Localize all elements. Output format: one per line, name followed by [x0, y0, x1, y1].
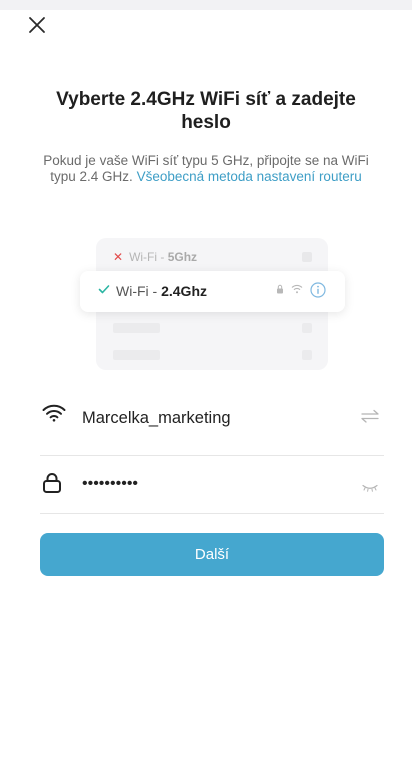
placeholder-bar	[113, 323, 160, 333]
ssid-value: Marcelka_marketing	[82, 409, 231, 427]
wifi-setup-screen: Vyberte 2.4GHz WiFi síť a zadejte heslo …	[0, 0, 412, 762]
divider	[40, 455, 384, 456]
row-24g-prefix: Wi-Fi -	[116, 283, 162, 299]
placeholder-square	[302, 323, 312, 333]
router-setup-link[interactable]: Všeobecná metoda nastavení routeru	[137, 169, 362, 184]
page-title: Vyberte 2.4GHz WiFi síť a zadejte heslo	[56, 89, 356, 133]
row-5g-band: 5Ghz	[167, 250, 198, 264]
eye-closed-icon[interactable]	[362, 484, 378, 492]
info-icon	[310, 282, 326, 298]
swap-icon[interactable]	[360, 408, 380, 424]
close-button[interactable]	[26, 14, 48, 36]
wifi-icon	[42, 404, 66, 422]
next-button[interactable]: Další	[40, 533, 384, 576]
divider	[40, 513, 384, 514]
page-subtitle: Pokud je vaše WiFi síť typu 5 GHz, připo…	[40, 153, 372, 185]
row-24g-band: 2.4Ghz	[161, 283, 207, 299]
close-icon	[29, 17, 45, 33]
placeholder-square	[302, 350, 312, 360]
illustration-row-5g: ✕ Wi-Fi - 5Ghz	[113, 250, 313, 264]
password-value: ••••••••••	[82, 475, 139, 492]
lock-icon	[43, 473, 61, 493]
placeholder-square	[302, 252, 312, 262]
top-strip	[0, 0, 412, 10]
lock-small-icon	[277, 284, 283, 294]
row-24g-label: Wi-Fi - 2.4Ghz	[116, 283, 207, 299]
x-icon: ✕	[113, 250, 124, 264]
check-icon	[98, 285, 110, 294]
ssid-field[interactable]: Marcelka_marketing	[40, 398, 384, 438]
placeholder-bar	[113, 350, 160, 360]
row-5g-prefix: Wi-Fi -	[129, 250, 168, 264]
illustration-row-24g: Wi-Fi - 2.4Ghz	[80, 271, 345, 312]
wifi-small-icon	[291, 284, 303, 294]
password-field[interactable]: ••••••••••	[40, 468, 384, 508]
